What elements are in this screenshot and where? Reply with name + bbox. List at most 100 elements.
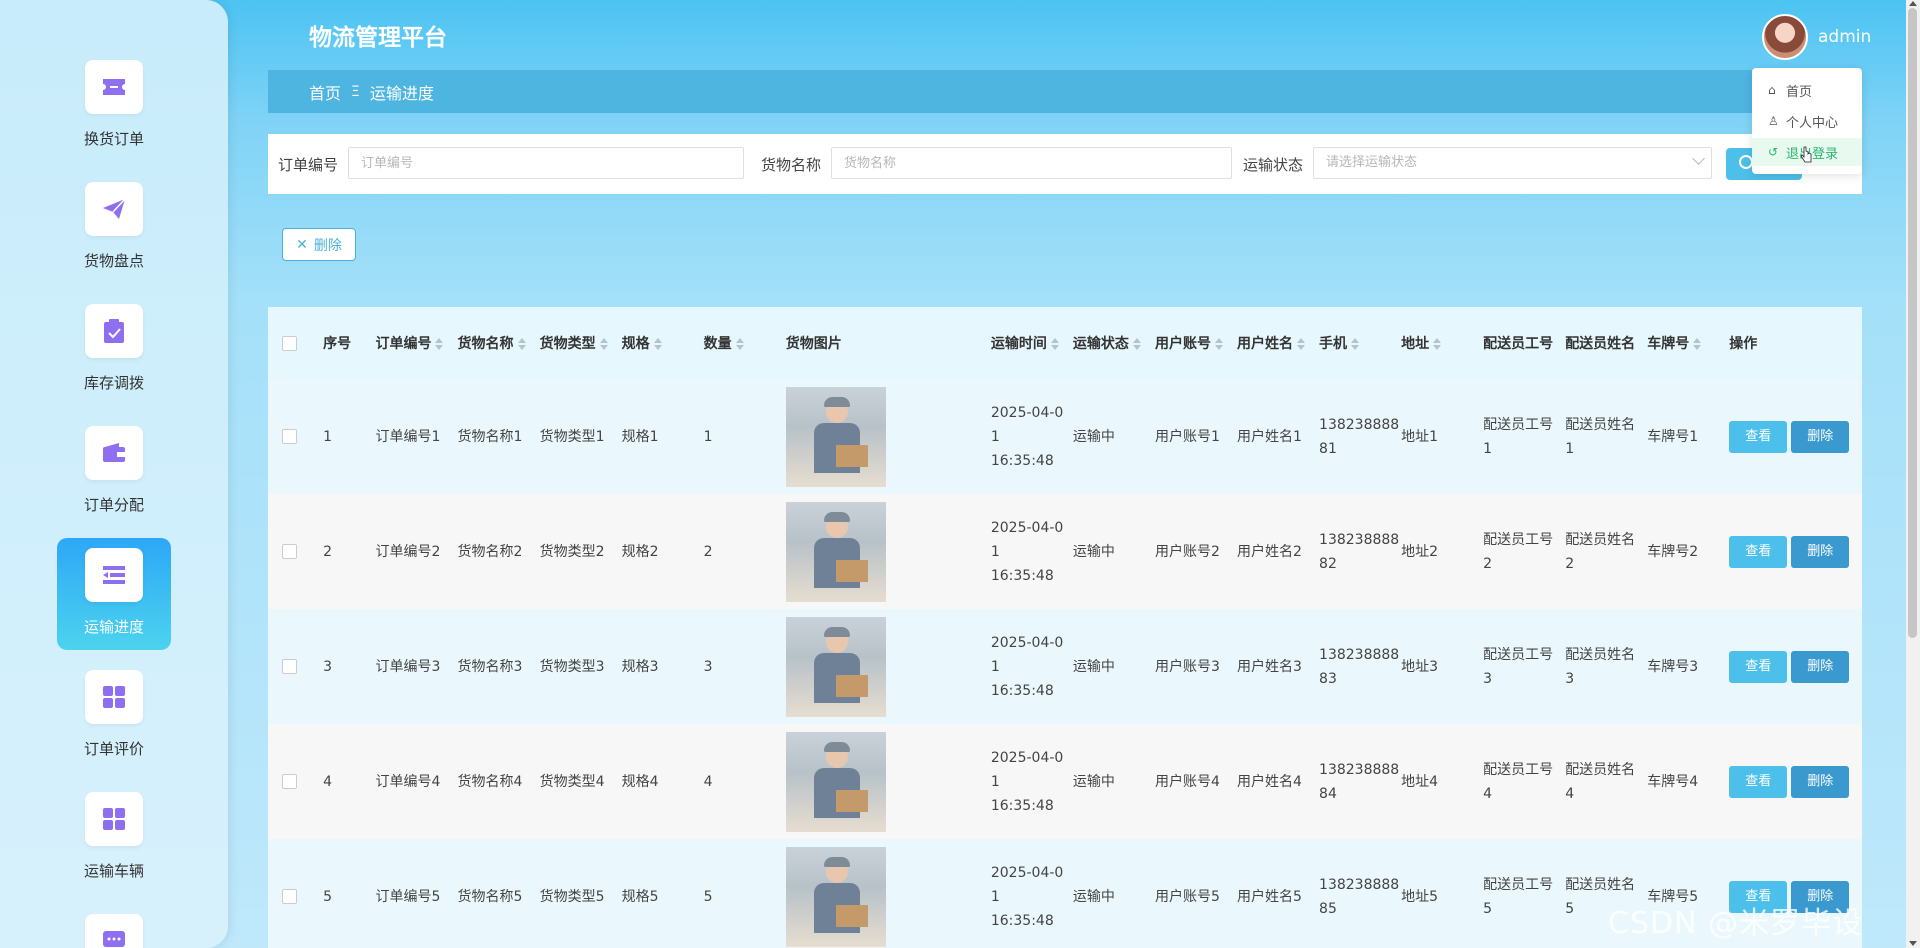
cell-no: 3 bbox=[315, 609, 368, 724]
cell-user-name: 用户姓名3 bbox=[1229, 609, 1312, 724]
sidebar-item-label: 换货订单 bbox=[83, 130, 144, 148]
cell-goods-type: 货物类型2 bbox=[531, 494, 614, 609]
sort-icon[interactable] bbox=[599, 338, 608, 350]
view-button[interactable]: 查看 bbox=[1729, 765, 1788, 798]
column-header[interactable]: 订单编号 bbox=[367, 307, 450, 379]
breadcrumb: 首页 Ξ 运输进度 bbox=[268, 70, 1862, 113]
column-header[interactable]: 货物名称 bbox=[449, 307, 532, 379]
cell-goods-image bbox=[777, 839, 983, 948]
column-header[interactable]: 运输状态 bbox=[1064, 307, 1147, 379]
cell-spec: 规格2 bbox=[613, 494, 696, 609]
cell-spec: 规格3 bbox=[613, 609, 696, 724]
bulk-delete-button[interactable]: ✕ 删除 bbox=[282, 228, 356, 261]
sort-icon[interactable] bbox=[1297, 338, 1305, 350]
view-button[interactable]: 查看 bbox=[1729, 535, 1788, 568]
row-checkbox[interactable] bbox=[268, 379, 316, 494]
cell-no: 1 bbox=[315, 379, 368, 494]
column-header: 配送员工号 bbox=[1475, 307, 1558, 379]
sidebar-item-transport-vehicles[interactable]: 运输车辆 bbox=[57, 782, 171, 894]
cell-courier-no: 配送员工号 5 bbox=[1475, 839, 1558, 948]
column-header: 配送员姓名 bbox=[1557, 307, 1640, 379]
sidebar-item-label: 运输进度 bbox=[83, 618, 144, 636]
sort-icon[interactable] bbox=[1050, 338, 1059, 350]
bulk-delete-label: 删除 bbox=[313, 237, 342, 254]
cell-account: 用户账号5 bbox=[1146, 839, 1229, 948]
goods-photo[interactable] bbox=[785, 616, 886, 717]
goods-photo[interactable] bbox=[785, 731, 886, 832]
sidebar-item-label: 货物盘点 bbox=[83, 252, 144, 270]
cell-plate: 车牌号4 bbox=[1639, 724, 1722, 839]
menu-item-home[interactable]: ⌂ 首页 bbox=[1752, 76, 1862, 104]
goods-photo[interactable] bbox=[785, 386, 886, 487]
cell-phone: 138238888 85 bbox=[1311, 839, 1399, 948]
cell-account: 用户账号4 bbox=[1146, 724, 1229, 839]
cell-address: 地址4 bbox=[1393, 724, 1476, 839]
menu-item-profile[interactable]: ♙ 个人中心 bbox=[1752, 107, 1862, 135]
view-button[interactable]: 查看 bbox=[1729, 420, 1788, 453]
sort-icon[interactable] bbox=[1693, 338, 1702, 350]
row-checkbox[interactable] bbox=[268, 724, 316, 839]
avatar[interactable] bbox=[1762, 14, 1808, 60]
select-all-checkbox[interactable] bbox=[268, 307, 316, 379]
column-header: 货物图片 bbox=[777, 307, 983, 379]
delete-button[interactable]: 删除 bbox=[1791, 765, 1850, 798]
scrollbar-thumb[interactable] bbox=[1908, 8, 1917, 638]
breadcrumb-separator-icon: Ξ bbox=[351, 83, 360, 100]
sidebar-item-exchange-orders[interactable]: 换货订单 bbox=[57, 50, 171, 162]
cell-courier-name: 配送员姓名 2 bbox=[1557, 494, 1640, 609]
cell-actions: 查看 删除 bbox=[1721, 609, 1862, 724]
column-header[interactable]: 数量 bbox=[695, 307, 778, 379]
sidebar-item-order-reviews[interactable]: 订单评价 bbox=[57, 660, 171, 772]
table-row: 1 订单编号1 货物名称1 货物类型1 规格1 1 2025-04-0 1 16:35:48 运… bbox=[268, 379, 1862, 494]
cell-order-no: 订单编号1 bbox=[367, 379, 450, 494]
sort-icon[interactable] bbox=[653, 338, 662, 350]
row-checkbox[interactable] bbox=[268, 839, 316, 948]
row-checkbox[interactable] bbox=[268, 494, 316, 609]
column-header[interactable]: 车牌号 bbox=[1639, 307, 1722, 379]
sort-icon[interactable] bbox=[517, 338, 526, 350]
column-header[interactable]: 用户账号 bbox=[1146, 307, 1229, 379]
column-header[interactable]: 手机 bbox=[1311, 307, 1394, 379]
page-scrollbar[interactable] bbox=[1906, 0, 1920, 948]
order-no-input[interactable] bbox=[348, 147, 744, 179]
cell-qty: 3 bbox=[695, 609, 778, 724]
column-header[interactable]: 运输时间 bbox=[982, 307, 1065, 379]
sidebar-item-order-assignment[interactable]: 订单分配 bbox=[57, 416, 171, 528]
cell-address: 地址1 bbox=[1393, 379, 1476, 494]
user-menu-trigger[interactable]: admin bbox=[1762, 14, 1871, 60]
column-header[interactable]: 用户姓名 bbox=[1229, 307, 1312, 379]
goods-photo[interactable] bbox=[785, 501, 886, 602]
cell-status: 运输中 bbox=[1064, 609, 1147, 724]
sidebar-item-more[interactable] bbox=[57, 904, 171, 948]
sort-icon[interactable] bbox=[1351, 338, 1360, 350]
cell-qty: 1 bbox=[695, 379, 778, 494]
column-header[interactable]: 货物类型 bbox=[531, 307, 614, 379]
cell-phone: 138238888 84 bbox=[1311, 724, 1399, 839]
breadcrumb-home[interactable]: 首页 bbox=[309, 80, 341, 104]
column-header[interactable]: 地址 bbox=[1393, 307, 1476, 379]
column-header[interactable]: 规格 bbox=[613, 307, 696, 379]
delete-button[interactable]: 删除 bbox=[1791, 650, 1850, 683]
delete-button[interactable]: 删除 bbox=[1791, 420, 1850, 453]
sort-icon[interactable] bbox=[435, 338, 444, 350]
scroll-up-icon[interactable] bbox=[1909, 1, 1917, 6]
cell-user-name: 用户姓名5 bbox=[1229, 839, 1312, 948]
sort-icon[interactable] bbox=[735, 338, 744, 350]
row-checkbox[interactable] bbox=[268, 609, 316, 724]
cell-actions: 查看 删除 bbox=[1721, 724, 1862, 839]
sort-icon[interactable] bbox=[1214, 338, 1223, 350]
sort-icon[interactable] bbox=[1433, 338, 1442, 350]
sidebar-item-stock-transfer[interactable]: 库存调拨 bbox=[57, 294, 171, 406]
sidebar-item-inventory[interactable]: 货物盘点 bbox=[57, 172, 171, 284]
sort-icon[interactable] bbox=[1132, 338, 1141, 350]
delete-button[interactable]: 删除 bbox=[1791, 535, 1850, 568]
close-icon: ✕ bbox=[296, 236, 308, 253]
goods-photo[interactable] bbox=[785, 846, 886, 947]
sidebar-item-transport-progress[interactable]: 运输进度 bbox=[57, 538, 171, 650]
app-title: 物流管理平台 bbox=[309, 25, 447, 51]
goods-name-input[interactable] bbox=[831, 147, 1232, 179]
table-row: 2 订单编号2 货物名称2 货物类型2 规格2 2 2025-04-0 1 16:35:48 运… bbox=[268, 494, 1862, 609]
scroll-down-icon[interactable] bbox=[1909, 941, 1917, 946]
view-button[interactable]: 查看 bbox=[1729, 650, 1788, 683]
status-select[interactable]: 请选择运输状态 bbox=[1313, 147, 1712, 179]
